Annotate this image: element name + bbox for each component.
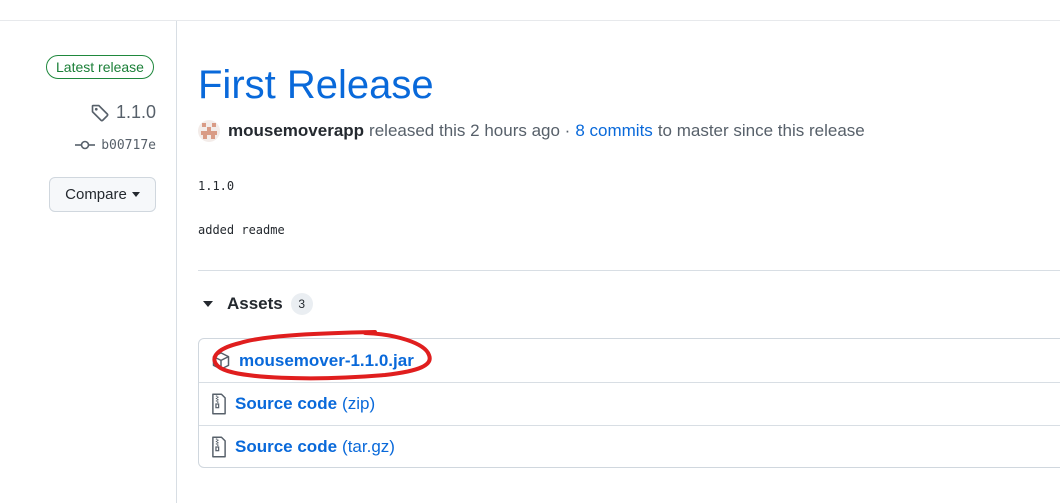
assets-count: 3 bbox=[290, 293, 313, 315]
compare-label: Compare bbox=[65, 186, 127, 203]
tag-label: 1.1.0 bbox=[115, 102, 156, 122]
asset-row[interactable]: Source code (zip) bbox=[199, 382, 1060, 425]
asset-link[interactable]: Source code bbox=[235, 394, 337, 414]
release-title[interactable]: First Release bbox=[198, 60, 434, 110]
asset-link[interactable]: Source code bbox=[235, 437, 337, 457]
assets-toggle[interactable]: Assets 3 bbox=[200, 293, 313, 315]
asset-suffix[interactable]: (tar.gz) bbox=[342, 437, 395, 457]
caret-down-icon bbox=[131, 192, 140, 197]
release-notes-version: 1.1.0 bbox=[198, 179, 235, 193]
section-divider bbox=[198, 270, 1060, 271]
asset-row[interactable]: mousemover-1.1.0.jar bbox=[199, 339, 1060, 382]
tag-icon bbox=[91, 104, 109, 121]
commit-icon bbox=[75, 140, 96, 150]
released-text: released this 2 hours ago · bbox=[369, 121, 571, 140]
avatar[interactable] bbox=[198, 120, 220, 142]
asset-suffix[interactable]: (zip) bbox=[342, 394, 375, 414]
author-link[interactable]: mousemoverapp bbox=[228, 121, 364, 141]
top-divider bbox=[0, 20, 1060, 21]
release-commit[interactable]: b00717e bbox=[75, 137, 156, 153]
compare-button[interactable]: Compare bbox=[49, 177, 156, 212]
package-icon bbox=[212, 351, 230, 370]
asset-row[interactable]: Source code (tar.gz) bbox=[199, 425, 1060, 468]
file-zip-icon bbox=[212, 436, 226, 458]
asset-link[interactable]: mousemover-1.1.0.jar bbox=[239, 351, 414, 371]
commit-sha: b00717e bbox=[101, 137, 156, 153]
release-meta: mousemoverapp released this 2 hours ago … bbox=[198, 120, 865, 142]
assets-list: mousemover-1.1.0.jar Source code (zip) S… bbox=[198, 338, 1060, 468]
since-text: to master since this release bbox=[657, 121, 865, 140]
assets-label: Assets bbox=[227, 294, 283, 313]
sidebar-divider bbox=[176, 21, 177, 503]
release-notes-body: added readme bbox=[198, 223, 285, 237]
triangle-down-icon bbox=[203, 301, 213, 307]
file-zip-icon bbox=[212, 393, 226, 415]
latest-release-badge: Latest release bbox=[46, 55, 154, 79]
release-tag[interactable]: 1.1.0 bbox=[90, 102, 156, 123]
commits-link[interactable]: 8 commits bbox=[575, 121, 652, 141]
